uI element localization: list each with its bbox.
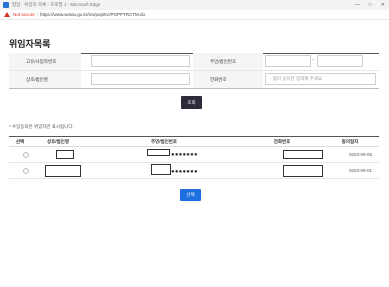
header-resident-number: 주민/법인번호 <box>150 139 178 144</box>
select-button[interactable]: 선택 <box>180 189 201 201</box>
warning-icon <box>4 12 10 17</box>
consent-date-cell: 2023-09-01 <box>348 168 372 173</box>
window-title: 팝업 - 위임자 목록 - 프로필 1 - Microsoft Edge <box>12 2 101 7</box>
resident-number-masked-front <box>151 164 171 175</box>
address-bar[interactable]: Not secure | https://www.wetax.go.kr/tcs… <box>0 10 389 20</box>
consent-note: * 수임동의된 위임자만 표시됩니다. <box>9 124 74 129</box>
row-select-radio[interactable] <box>23 152 29 158</box>
table-row[interactable]: ●●●●●●● 2023-09-01 <box>9 163 379 179</box>
header-phone: 전화번호 <box>273 139 291 144</box>
minimize-button[interactable]: — <box>355 2 360 8</box>
resident-number-input-1[interactable] <box>265 55 311 67</box>
search-button[interactable]: 조회 <box>181 96 202 109</box>
page-title: 위임자목록 <box>9 39 51 49</box>
header-consent-date: 동의일자 <box>341 139 359 144</box>
close-window-button[interactable]: ✕ <box>381 2 385 8</box>
maximize-button[interactable]: □ <box>369 2 372 8</box>
window-controls: — □ ✕ <box>355 0 385 10</box>
table-row[interactable]: ●●●●●●● 2023-09-05 <box>9 147 379 163</box>
resident-number-label: 주민/법인번호 <box>193 53 263 70</box>
resident-number-masked-front <box>147 149 170 156</box>
header-select: 선택 <box>15 139 25 144</box>
resident-number-masked-back: ●●●●●●● <box>171 169 198 175</box>
consent-date-cell: 2023-09-05 <box>348 152 372 157</box>
resident-number-dash: - <box>312 57 314 63</box>
url-text[interactable]: https://www.wetax.go.kr/tcs/pop/trc/POPP… <box>40 12 145 17</box>
window-titlebar: 팝업 - 위임자 목록 - 프로필 1 - Microsoft Edge — □… <box>0 0 389 10</box>
address-separator: | <box>36 12 38 17</box>
business-number-label: 고유/사업자번호 <box>9 53 81 70</box>
header-company-name: 상호/법인명 <box>47 139 69 144</box>
phone-label: 전화번호 <box>193 71 263 88</box>
phone-input[interactable]: - 없이 숫자만 입력해 주세요 <box>265 73 376 85</box>
search-form-row-2: 상호/법인명 전화번호 - 없이 숫자만 입력해 주세요 <box>9 71 379 89</box>
company-name-label: 상호/법인명 <box>9 71 81 88</box>
phone-cell <box>283 165 323 177</box>
phone-cell <box>283 150 323 159</box>
row-select-radio[interactable] <box>23 168 29 174</box>
company-name-cell <box>56 150 74 159</box>
table-header: 선택 상호/법인명 주민/법인번호 전화번호 동의일자 <box>9 136 379 147</box>
search-form-row-1: 고유/사업자번호 주민/법인번호 - <box>9 53 379 71</box>
browser-app-icon <box>3 2 9 8</box>
resident-number-masked-back: ●●●●●●● <box>171 152 198 158</box>
company-name-input[interactable] <box>91 73 190 85</box>
not-secure-label[interactable]: Not secure <box>13 12 35 17</box>
company-name-cell <box>45 165 81 177</box>
resident-number-input-2[interactable] <box>317 55 363 67</box>
delegator-table: 선택 상호/법인명 주민/법인번호 전화번호 동의일자 ●●●●●●● 2023… <box>9 136 379 179</box>
business-number-input[interactable] <box>91 55 190 67</box>
